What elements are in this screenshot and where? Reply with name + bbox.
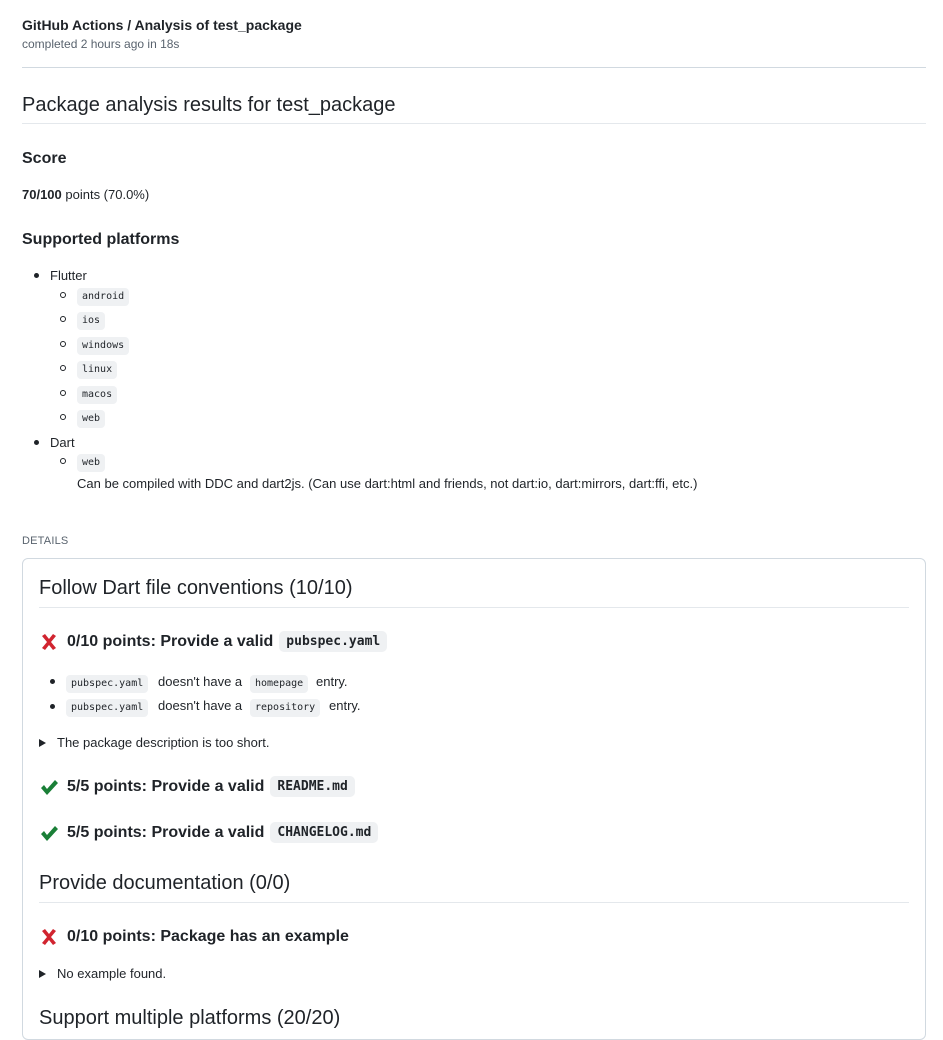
list-bullet	[60, 458, 66, 464]
workflow-title[interactable]: GitHub Actions / Analysis of test_packag…	[22, 17, 302, 33]
check-mark-icon	[39, 823, 59, 843]
list-bullet	[60, 316, 66, 322]
score-heading: Score	[22, 150, 67, 167]
issue-code: repository	[250, 699, 321, 717]
header-divider	[22, 67, 926, 68]
platform-dart: Dart	[50, 435, 75, 450]
title-divider	[22, 123, 926, 124]
check-text: 0/10 points: Package has an example	[67, 928, 349, 945]
list-bullet	[60, 390, 66, 396]
issue-text: entry.	[329, 698, 361, 713]
issue-text: entry.	[316, 674, 348, 689]
platform-tag: web	[77, 410, 106, 428]
issue-text: doesn't have a	[158, 674, 243, 689]
check-file-code: README.md	[270, 776, 355, 797]
platform-tag: windows	[77, 337, 130, 355]
section-title: Follow Dart file conventions (10/10)	[39, 577, 353, 599]
details-summary[interactable]: No example found.	[57, 966, 166, 981]
list-bullet	[34, 440, 39, 445]
score-suffix: points (70.0%)	[61, 187, 150, 202]
run-status: completed 2 hours ago in 18s	[22, 37, 180, 51]
details-summary[interactable]: The package description is too short.	[57, 735, 269, 750]
issue-code: pubspec.yaml	[66, 699, 149, 717]
score-value: 70/100	[22, 187, 62, 202]
list-bullet	[34, 273, 39, 278]
list-bullet	[60, 292, 66, 298]
check-text: 0/10 points: Provide a valid	[67, 632, 274, 650]
issue-code: pubspec.yaml	[66, 675, 149, 693]
platform-tag: linux	[77, 361, 118, 379]
check-heading: 0/10 points: Provide a valid pubspec.yam…	[39, 631, 388, 652]
cross-mark-icon	[39, 927, 59, 947]
platforms-heading: Supported platforms	[22, 231, 180, 248]
issue-code: homepage	[250, 675, 309, 693]
score-line: 70/100 points (70.0%)	[22, 187, 149, 202]
platform-tag: ios	[77, 312, 106, 330]
dart-platform-note: Can be compiled with DDC and dart2js. (C…	[77, 476, 698, 491]
cross-mark-icon	[39, 632, 59, 652]
platform-tag: android	[77, 288, 130, 306]
section-divider	[39, 902, 909, 903]
check-file-code: pubspec.yaml	[279, 631, 388, 652]
section-divider	[39, 607, 909, 608]
check-text: 5/5 points: Provide a valid	[67, 823, 265, 841]
triangle-right-icon[interactable]	[39, 739, 46, 747]
list-bullet	[50, 704, 55, 709]
list-bullet	[60, 365, 66, 371]
details-label: DETAILS	[22, 535, 69, 547]
details-card: Follow Dart file conventions (10/10) 0/1…	[22, 558, 926, 1040]
check-mark-icon	[39, 777, 59, 797]
platform-flutter: Flutter	[50, 268, 87, 283]
check-file-code: CHANGELOG.md	[270, 822, 379, 843]
check-heading: 5/5 points: Provide a valid README.md	[39, 776, 355, 797]
check-heading: 0/10 points: Package has an example	[39, 927, 349, 947]
list-bullet	[60, 341, 66, 347]
issue-text: doesn't have a	[158, 698, 243, 713]
section-title: Provide documentation (0/0)	[39, 872, 291, 894]
list-bullet	[60, 414, 66, 420]
list-bullet	[50, 679, 55, 684]
platform-tag: web	[77, 454, 106, 472]
triangle-right-icon[interactable]	[39, 970, 46, 978]
page-title: Package analysis results for test_packag…	[22, 94, 396, 116]
platform-tag: macos	[77, 386, 118, 404]
check-text: 5/5 points: Provide a valid	[67, 777, 265, 795]
check-heading: 5/5 points: Provide a valid CHANGELOG.md	[39, 822, 379, 843]
